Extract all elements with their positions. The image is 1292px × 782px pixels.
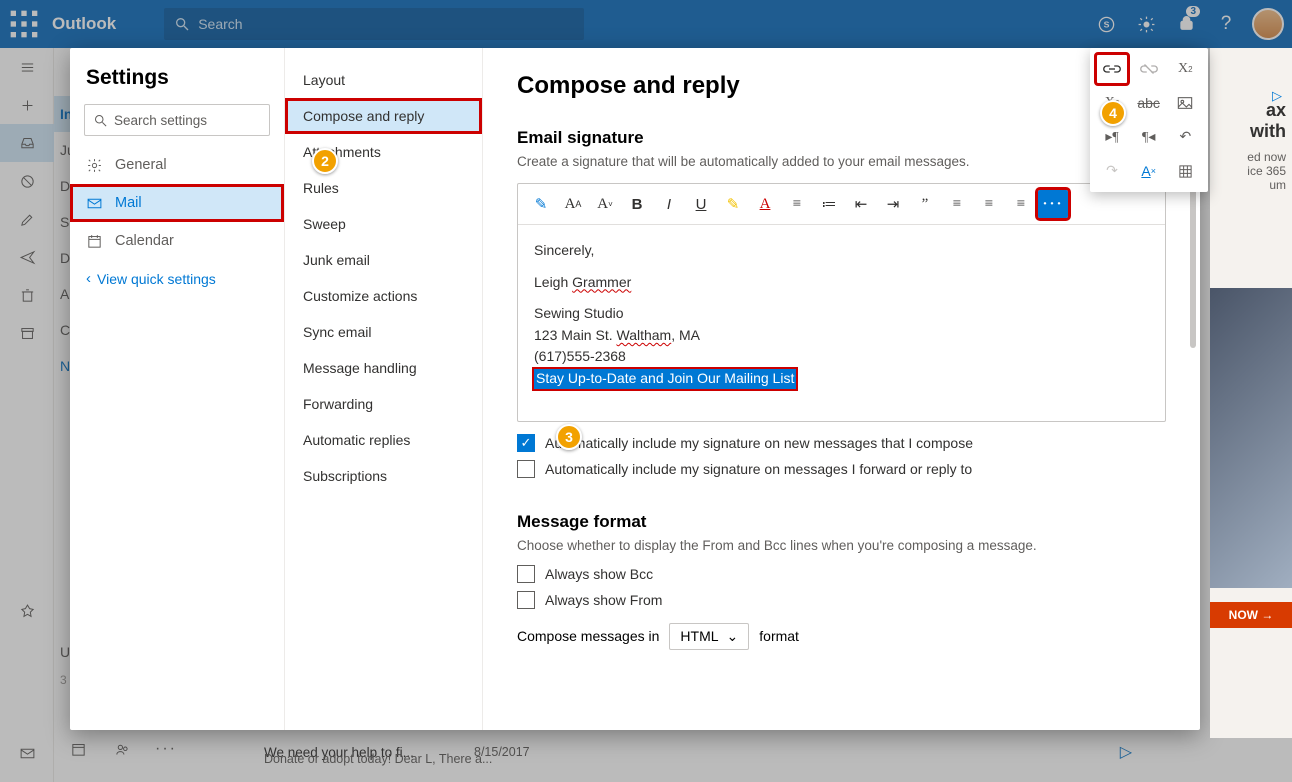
search-settings-placeholder: Search settings [114,113,207,128]
quote-icon[interactable]: ” [910,190,940,218]
chk-sig-reply[interactable] [517,460,535,478]
ad-text: ice 365 [1247,164,1286,178]
highlight-icon[interactable]: ✎ [718,190,748,218]
msg-format-subtext: Choose whether to display the From and B… [517,538,1166,553]
clear-format-icon[interactable]: A× [1133,156,1165,186]
subitem-subscriptions[interactable]: Subscriptions [285,458,482,494]
settings-subnav-pane: Layout Compose and reply Attachments Rul… [285,48,483,730]
format-painter-icon[interactable]: ✎ [526,190,556,218]
insert-link-icon[interactable] [1096,54,1128,84]
underline-icon[interactable]: U [686,190,716,218]
signature-heading: Email signature [517,128,1166,148]
chevron-down-icon: ⌄ [727,628,739,645]
ltr-icon[interactable]: ▸¶ [1096,122,1128,152]
ad-close-icon[interactable]: ▷ [1272,88,1282,104]
outdent-icon[interactable]: ⇤ [846,190,876,218]
bold-icon[interactable]: B [622,190,652,218]
align-left-icon[interactable]: ≡ [942,190,972,218]
signature-editor: ✎ AA A˅ B I U ✎ A ≡ ≔ ⇤ ⇥ ” ≡ ≡ ≡ ··· Si… [517,183,1166,422]
chk-show-bcc-label: Always show Bcc [545,566,653,582]
table-icon[interactable] [1169,156,1201,186]
signature-subtext: Create a signature that will be automati… [517,154,1166,169]
chk-sig-reply-label: Automatically include my signature on me… [545,461,972,477]
sig-line: Leigh Grammer [534,273,1149,293]
settings-title: Settings [70,66,284,90]
ad-text: um [1269,178,1286,192]
ad-cta-button[interactable]: NOW → [1210,602,1292,628]
italic-icon[interactable]: I [654,190,684,218]
signature-textarea[interactable]: Sincerely, Leigh Grammer Sewing Studio 1… [518,225,1165,421]
compose-in-prefix: Compose messages in [517,628,659,644]
category-general[interactable]: General [70,146,284,184]
msg-format-heading: Message format [517,512,1166,532]
editor-toolbar: ✎ AA A˅ B I U ✎ A ≡ ≔ ⇤ ⇥ ” ≡ ≡ ≡ ··· [518,184,1165,225]
sig-line: (617)555-2368 [534,347,1149,367]
subitem-msg-handling[interactable]: Message handling [285,350,482,386]
subitem-junk[interactable]: Junk email [285,242,482,278]
align-right-icon[interactable]: ≡ [1006,190,1036,218]
ad-image [1210,288,1292,588]
superscript-icon[interactable]: X2 [1169,54,1201,84]
chk-show-from[interactable] [517,591,535,609]
strikethrough-icon[interactable]: abc [1133,88,1165,118]
ad-text: with [1250,121,1286,141]
rtl-icon[interactable]: ¶◂ [1133,122,1165,152]
subitem-layout[interactable]: Layout [285,62,482,98]
subitem-sync[interactable]: Sync email [285,314,482,350]
sig-selected-link: Stay Up-to-Date and Join Our Mailing Lis… [534,369,1149,389]
subitem-rules[interactable]: Rules [285,170,482,206]
chk-sig-new[interactable]: ✓ [517,434,535,452]
sig-line: 123 Main St. Waltham, MA [534,326,1149,346]
subitem-compose-reply[interactable]: Compose and reply [285,98,482,134]
compose-format-select[interactable]: HTML ⌄ [669,623,749,650]
callout-4: 4 [1100,100,1126,126]
settings-modal: Settings Search settings General Mail Ca… [70,48,1200,730]
callout-2: 2 [312,148,338,174]
subitem-customize[interactable]: Customize actions [285,278,482,314]
category-calendar[interactable]: Calendar [70,222,284,260]
remove-link-icon[interactable] [1133,54,1165,84]
font-size-icon[interactable]: A˅ [590,190,620,218]
more-formatting-button[interactable]: ··· [1038,190,1068,218]
ad-sidebar: ▷ ax with ed now ice 365 um NOW → [1210,48,1292,738]
pane-title: Compose and reply [517,72,1092,100]
chk-show-from-label: Always show From [545,592,662,608]
search-settings-input[interactable]: Search settings [84,104,270,136]
numbering-icon[interactable]: ≔ [814,190,844,218]
chk-sig-new-label: Automatically include my signature on ne… [545,435,973,451]
view-quick-settings-link[interactable]: ‹View quick settings [70,260,284,297]
ad-text: ed now [1247,150,1286,164]
compose-in-suffix: format [759,628,799,644]
settings-categories-pane: Settings Search settings General Mail Ca… [70,48,285,730]
bullets-icon[interactable]: ≡ [782,190,812,218]
callout-3: 3 [556,424,582,450]
sig-line: Sewing Studio [534,304,1149,324]
font-family-icon[interactable]: AA [558,190,588,218]
align-center-icon[interactable]: ≡ [974,190,1004,218]
chk-show-bcc[interactable] [517,565,535,583]
category-mail[interactable]: Mail [70,184,284,222]
undo-icon[interactable]: ↶ [1169,122,1201,152]
subitem-forwarding[interactable]: Forwarding [285,386,482,422]
indent-icon[interactable]: ⇥ [878,190,908,218]
sig-line: Sincerely, [534,241,1149,261]
subitem-auto-replies[interactable]: Automatic replies [285,422,482,458]
subitem-sweep[interactable]: Sweep [285,206,482,242]
insert-image-icon[interactable] [1169,88,1201,118]
font-color-icon[interactable]: A [750,190,780,218]
redo-icon[interactable]: ↷ [1096,156,1128,186]
